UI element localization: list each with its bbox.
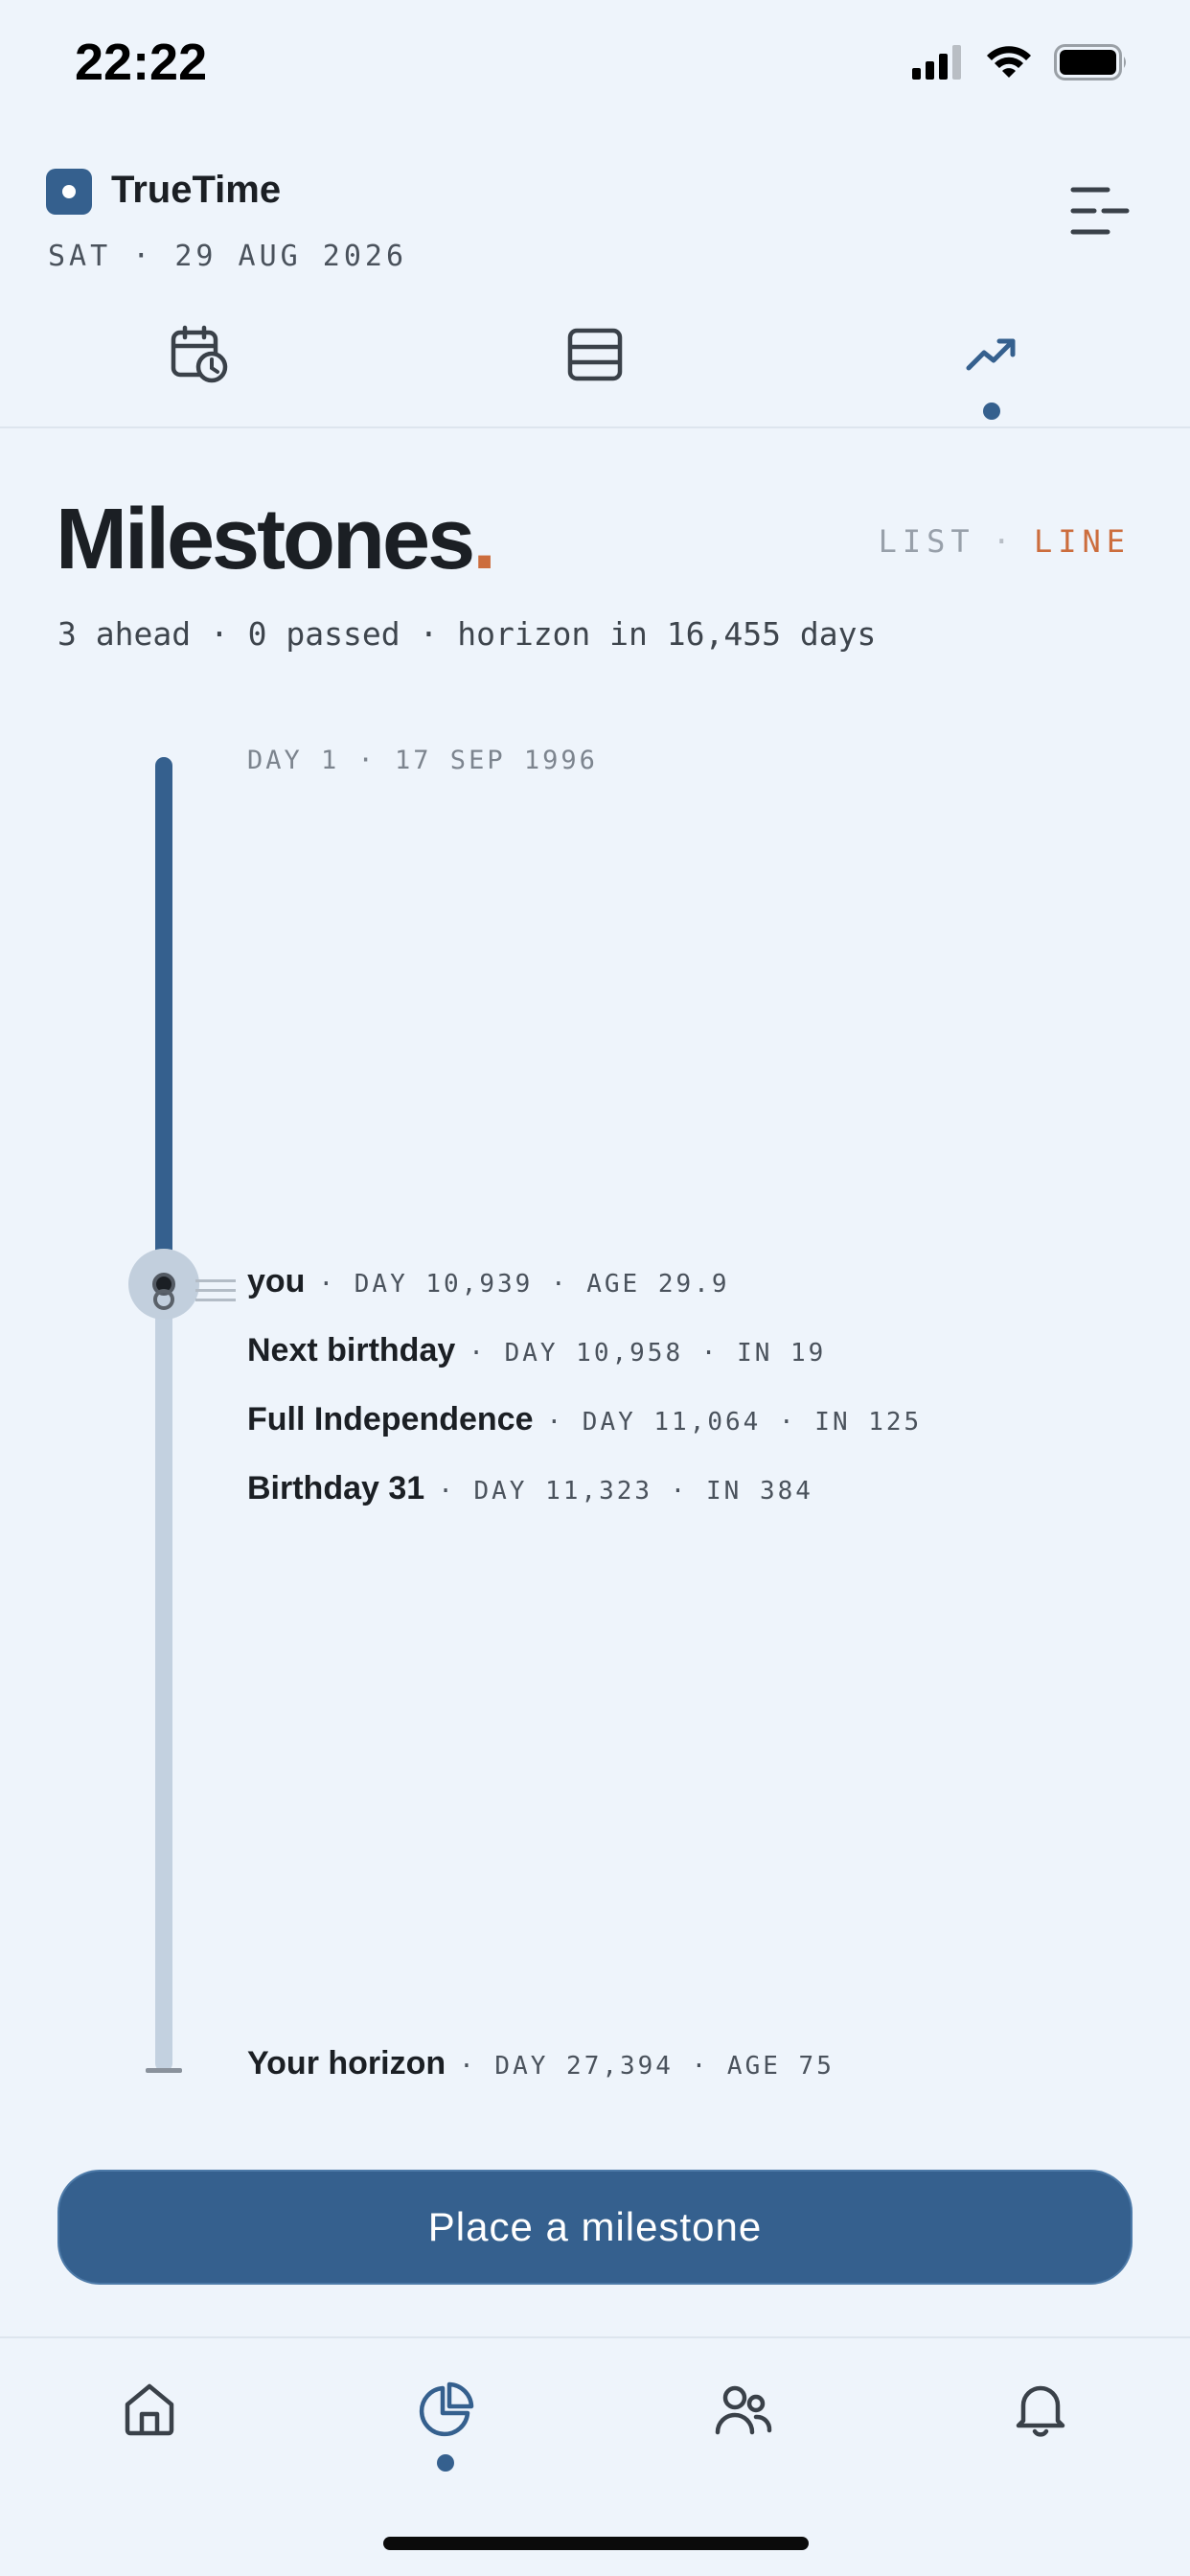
nav-milestones[interactable] <box>412 2375 481 2444</box>
tab-list[interactable] <box>557 316 633 393</box>
signal-icon <box>912 45 961 80</box>
marker-tick <box>195 1279 236 1282</box>
timeline-entry-name: Birthday 31 <box>247 1470 425 1506</box>
next-birthday-marker[interactable] <box>153 1289 174 1310</box>
view-toggle-line[interactable]: LINE <box>1034 523 1131 560</box>
active-nav-indicator <box>437 2454 454 2472</box>
timeline-entry-meta: · DAY 11,323 · IN 384 <box>438 1477 813 1506</box>
page-title-accent-dot: . <box>472 492 496 587</box>
nav-home[interactable] <box>115 2375 184 2444</box>
timeline-entry-horizon[interactable]: Your horizon · DAY 27,394 · AGE 75 <box>247 2045 835 2082</box>
timeline-entry-meta: · DAY 10,958 · IN 19 <box>469 1339 827 1368</box>
header-divider <box>0 426 1190 428</box>
page-title-text: Milestones <box>56 492 475 587</box>
place-milestone-button[interactable]: Place a milestone <box>57 2170 1133 2285</box>
milestones-summary: 3 ahead · 0 passed · horizon in 16,455 d… <box>57 615 877 653</box>
battery-icon <box>1054 44 1126 80</box>
timeline-entry-next-birthday[interactable]: Next birthday · DAY 10,958 · IN 19 <box>247 1332 826 1369</box>
active-tab-indicator <box>983 402 1000 420</box>
timeline-entry-meta: · DAY 11,064 · IN 125 <box>546 1408 923 1437</box>
list-view-icon <box>567 328 623 381</box>
pie-chart-icon <box>419 2381 474 2437</box>
tab-calendar[interactable] <box>161 316 238 393</box>
timeline-progress <box>155 757 172 1281</box>
timeline-entry-meta: · DAY 10,939 · AGE 29.9 <box>318 1270 730 1299</box>
nav-people[interactable] <box>709 2375 778 2444</box>
app-logo <box>46 169 92 215</box>
view-toggle: LIST · LINE <box>879 523 1131 560</box>
status-icons <box>912 44 1129 80</box>
home-indicator <box>383 2537 809 2550</box>
wifi-icon <box>987 46 1031 78</box>
home-icon <box>125 2383 174 2436</box>
app-title: TrueTime <box>111 169 282 211</box>
timeline-entry-meta: · DAY 27,394 · AGE 75 <box>459 2052 835 2081</box>
bell-icon <box>1016 2385 1065 2437</box>
menu-icon <box>1070 187 1130 235</box>
timeline-entry-full-independence[interactable]: Full Independence · DAY 11,064 · IN 125 <box>247 1401 922 1438</box>
tab-trends[interactable] <box>953 316 1030 393</box>
marker-tick <box>195 1299 236 1301</box>
timeline-end-cap <box>146 2068 182 2073</box>
calendar-clock-icon <box>171 325 228 383</box>
status-time: 22:22 <box>75 34 208 91</box>
nav-notifications[interactable] <box>1006 2375 1075 2444</box>
timeline-entry-name: Full Independence <box>247 1401 534 1438</box>
view-toggle-separator: · <box>992 523 1017 560</box>
menu-button[interactable] <box>1069 184 1133 238</box>
current-date: SAT · 29 AUG 2026 <box>48 240 408 273</box>
timeline-entry-you[interactable]: you · DAY 10,939 · AGE 29.9 <box>247 1263 729 1300</box>
timeline-entry-name: you <box>247 1263 306 1300</box>
view-toggle-list[interactable]: LIST <box>879 523 975 560</box>
marker-tick <box>195 1289 236 1292</box>
timeline-start-label: DAY 1 · 17 SEP 1996 <box>247 746 598 775</box>
timeline-entry-birthday-31[interactable]: Birthday 31 · DAY 11,323 · IN 384 <box>247 1470 813 1507</box>
timeline-entry-name: Your horizon <box>247 2045 446 2082</box>
page-title: Milestones. <box>56 491 496 589</box>
trending-up-icon <box>966 338 1016 371</box>
bottom-nav-divider <box>0 2336 1190 2338</box>
timeline-entry-name: Next birthday <box>247 1332 456 1368</box>
people-icon <box>715 2385 772 2435</box>
